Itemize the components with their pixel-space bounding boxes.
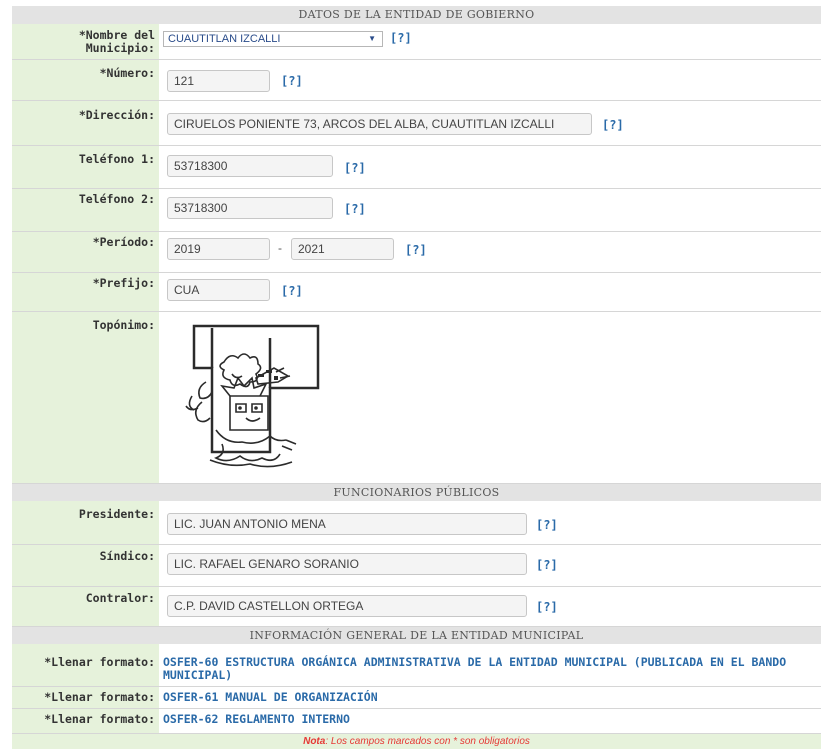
note-label: Nota (303, 736, 326, 747)
periodo-to-input[interactable]: 2021 (291, 238, 394, 260)
help-periodo[interactable]: [?] (405, 243, 427, 257)
periodo-separator: - (278, 241, 282, 255)
glyph-image (185, 324, 320, 468)
help-telefono2[interactable]: [?] (344, 202, 366, 216)
periodo-label: *Período: (12, 232, 159, 272)
periodo-from-input[interactable]: 2019 (167, 238, 270, 260)
help-numero[interactable]: [?] (281, 74, 303, 88)
note-text: : Los campos marcados con * son obligato… (325, 736, 530, 747)
format-label-1: *Llenar formato: (12, 644, 159, 686)
help-direccion[interactable]: [?] (602, 118, 624, 132)
section-header-general: INFORMACIÓN GENERAL DE LA ENTIDAD MUNICI… (12, 627, 821, 644)
prefijo-label: *Prefijo: (12, 273, 159, 311)
section-header-officials: FUNCIONARIOS PÚBLICOS (12, 484, 821, 501)
telefono1-input[interactable]: 53718300 (167, 155, 333, 177)
telefono1-label: Teléfono 1: (12, 146, 159, 188)
help-telefono1[interactable]: [?] (344, 161, 366, 175)
toponimo-image (172, 318, 324, 478)
telefono2-input[interactable]: 53718300 (167, 197, 333, 219)
help-contralor[interactable]: [?] (536, 600, 558, 614)
contralor-label: Contralor: (12, 587, 159, 626)
toponimo-label: Topónimo: (12, 312, 159, 483)
presidente-input[interactable]: LIC. JUAN ANTONIO MENA (167, 513, 527, 535)
contralor-input[interactable]: C.P. DAVID CASTELLON ORTEGA (167, 595, 527, 617)
municipio-select-value: CUAUTITLAN IZCALLI (168, 33, 281, 45)
presidente-label: Presidente: (12, 501, 159, 544)
prefijo-input[interactable]: CUA (167, 279, 270, 301)
sindico-label: Síndico: (12, 545, 159, 586)
municipio-label: *Nombre del Municipio: (12, 24, 159, 59)
direccion-label: *Dirección: (12, 101, 159, 145)
help-sindico[interactable]: [?] (536, 558, 558, 572)
chevron-down-icon: ▼ (368, 34, 376, 43)
municipio-select[interactable]: CUAUTITLAN IZCALLI ▼ (163, 31, 383, 47)
section-header-entity: DATOS DE LA ENTIDAD DE GOBIERNO (12, 6, 821, 24)
format-label-3: *Llenar formato: (12, 709, 159, 733)
help-municipio[interactable]: [?] (390, 31, 412, 45)
help-presidente[interactable]: [?] (536, 518, 558, 532)
format-link-osfer-62[interactable]: OSFER-62 REGLAMENTO INTERNO (163, 713, 815, 726)
telefono2-label: Teléfono 2: (12, 189, 159, 231)
numero-label: *Número: (12, 60, 159, 100)
numero-input[interactable]: 121 (167, 70, 270, 92)
help-prefijo[interactable]: [?] (281, 284, 303, 298)
format-label-2: *Llenar formato: (12, 687, 159, 708)
sindico-input[interactable]: LIC. RAFAEL GENARO SORANIO (167, 553, 527, 575)
format-link-osfer-60[interactable]: OSFER-60 ESTRUCTURA ORGÁNICA ADMINISTRAT… (163, 656, 815, 682)
format-link-osfer-61[interactable]: OSFER-61 MANUAL DE ORGANIZACIÓN (163, 691, 815, 704)
required-fields-note: Nota: Los campos marcados con * son obli… (12, 734, 821, 749)
direccion-input[interactable]: CIRUELOS PONIENTE 73, ARCOS DEL ALBA, CU… (167, 113, 592, 135)
